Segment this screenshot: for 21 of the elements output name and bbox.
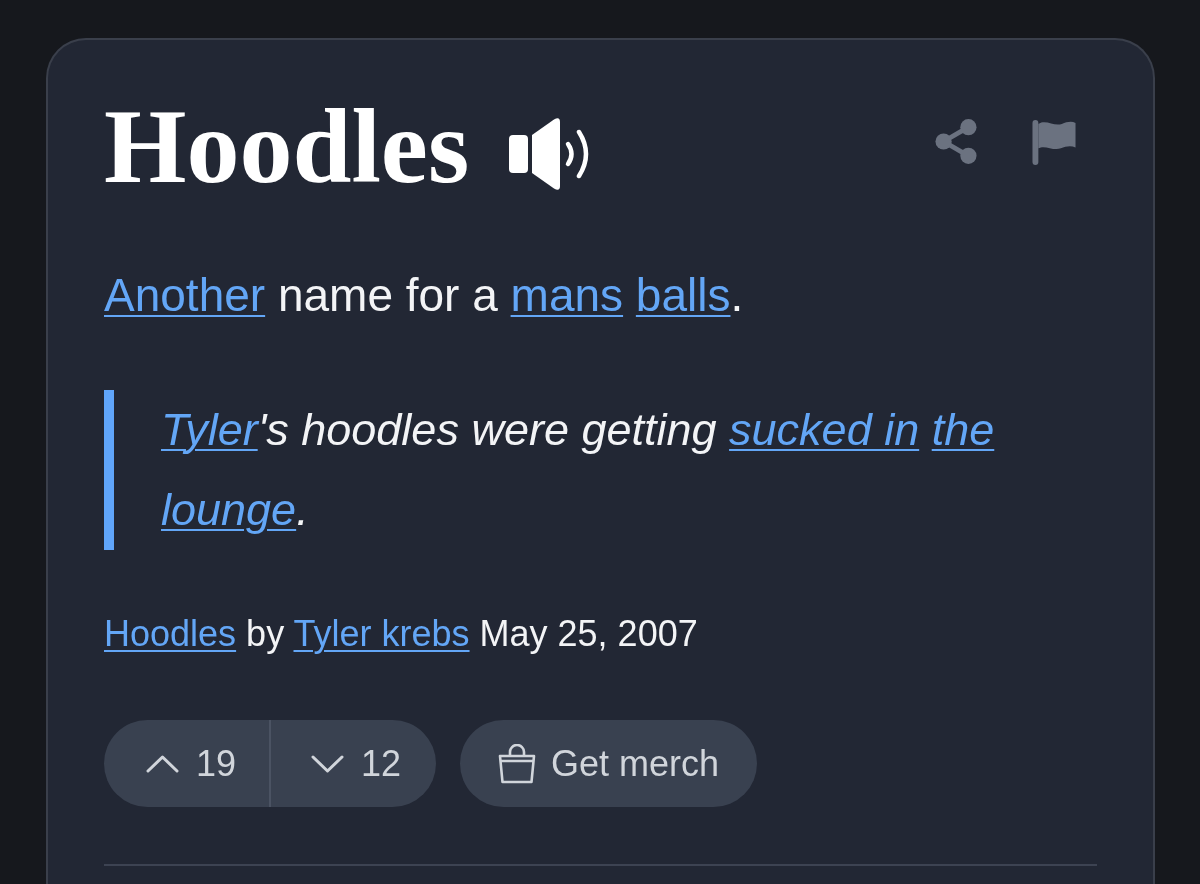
text-link[interactable]: Tyler krebs [293,613,470,654]
downvote-button[interactable]: 12 [271,720,436,807]
text-link[interactable]: mans [510,269,624,321]
share-icon[interactable] [935,118,977,165]
chevron-up-icon [146,754,179,773]
byline-text: Hoodles by Tyler krebs May 25, 2007 [104,612,699,656]
upvote-button[interactable]: 19 [104,720,271,807]
text-link[interactable]: sucked in [729,404,920,455]
flag-icon[interactable] [1032,120,1076,165]
word-title: Hoodles [104,94,470,200]
text-link[interactable]: Another [104,269,266,321]
text-link[interactable]: Tyler [161,404,258,455]
merch-button[interactable]: Get merch [460,720,758,807]
text-link[interactable]: Hoodles [104,613,237,654]
chevron-down-icon [311,754,344,773]
definition-text: Another name for a mans balls. [104,268,745,323]
text-link[interactable]: balls [635,269,731,321]
shopping-bag-icon [498,743,536,784]
text-link[interactable]: lounge [161,484,297,535]
text-link[interactable]: the [931,404,995,455]
example-text: Tyler's hoodles were getting sucked in the lounge. [104,390,1097,550]
